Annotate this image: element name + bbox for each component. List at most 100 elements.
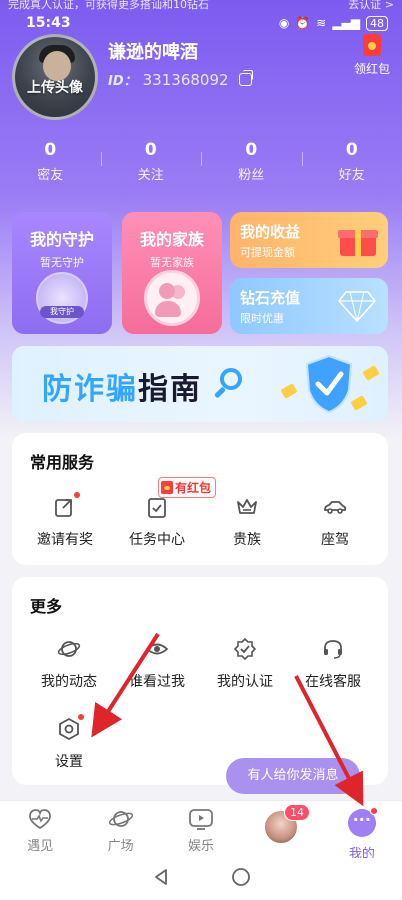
stat-value: 0: [44, 140, 57, 160]
family-card[interactable]: 我的家族 暂无家族: [122, 212, 222, 334]
tab-me[interactable]: ··· 我的: [322, 801, 402, 862]
stat-label: 密友: [37, 168, 64, 183]
more-label: 设置: [55, 754, 83, 770]
copy-icon[interactable]: [238, 70, 253, 86]
earnings-subtitle: 可提现金额: [240, 246, 295, 259]
status-bar: 15:43 ◉ ⏰ ≋ ▂▄▆ 48: [0, 12, 402, 34]
family-group-icon: [144, 270, 200, 326]
share-icon: [53, 492, 80, 519]
redpack-button[interactable]: 领红包: [354, 34, 390, 77]
stat-value: 0: [144, 140, 157, 160]
recharge-subtitle: 限时优惠: [240, 312, 284, 325]
stat-following[interactable]: 0 关注: [100, 140, 202, 183]
signal-icon: ▂▄▆: [332, 16, 360, 30]
service-invite[interactable]: 邀请有奖: [20, 492, 110, 549]
service-label: 贵族: [233, 532, 261, 548]
red-dot: [74, 492, 80, 498]
service-vehicle[interactable]: 座驾: [290, 495, 380, 549]
user-id-value: 331368092: [142, 70, 229, 89]
more-customer-service[interactable]: 在线客服: [288, 637, 378, 691]
coin-icon: [362, 365, 380, 381]
more-who-viewed-me[interactable]: 谁看过我: [112, 637, 202, 691]
headset-icon: [321, 637, 345, 661]
red-dot: [369, 807, 378, 815]
magnifier-icon: [220, 368, 242, 390]
eye-status-icon: ◉: [278, 16, 290, 30]
back-icon[interactable]: [151, 867, 171, 891]
gift-box-ribbon: [355, 230, 361, 256]
battery-icon: 48: [366, 15, 388, 31]
stat-fans[interactable]: 0 粉丝: [201, 140, 302, 183]
diamond-icon: [338, 290, 376, 323]
tab-meet[interactable]: 遇见: [0, 801, 80, 858]
more-settings[interactable]: 设置: [24, 714, 114, 771]
more-title: 更多: [30, 597, 63, 616]
bottom-tab-bar: 遇见 广场 娱乐 ··· 我的: [0, 800, 402, 862]
more-label: 谁看过我: [129, 674, 185, 690]
home-icon[interactable]: [231, 867, 251, 891]
services-title: 常用服务: [30, 453, 95, 472]
stat-friends[interactable]: 0 好友: [301, 140, 402, 183]
unread-badge: 14: [284, 804, 310, 821]
planet-icon: [108, 807, 134, 831]
service-nobility[interactable]: 贵族: [202, 495, 292, 549]
more-label: 在线客服: [305, 674, 361, 690]
more-panel: 更多 我的动态 谁看过我 我的认证 在线客服 设置: [12, 577, 388, 785]
red-dot: [78, 714, 84, 720]
more-my-verification[interactable]: 我的认证: [200, 637, 290, 691]
play-icon: [188, 807, 214, 831]
settings-icon: [57, 714, 84, 741]
user-id: ID： 331368092: [108, 70, 253, 89]
coin-icon: [280, 383, 298, 399]
redpack-label: 领红包: [353, 62, 390, 76]
stat-label: 粉丝: [238, 168, 265, 183]
user-id-label: ID：: [108, 74, 137, 89]
eye-icon: [145, 637, 169, 661]
tab-entertainment[interactable]: 娱乐: [161, 801, 241, 858]
earnings-title: 我的收益: [240, 223, 301, 241]
hongbao-tag-label: 有红包: [175, 481, 212, 495]
avatar-upload[interactable]: 上传头像: [12, 34, 98, 120]
recharge-card[interactable]: 钻石充值 限时优惠: [230, 278, 388, 334]
guard-shield-icon: 我守护: [36, 272, 88, 324]
crown-icon: [235, 495, 259, 519]
anti-fraud-banner[interactable]: 防诈骗指南: [12, 346, 388, 422]
more-label: 我的动态: [41, 674, 97, 690]
guard-badge-label: 我守护: [40, 306, 84, 318]
tab-square[interactable]: 广场: [80, 801, 160, 858]
shield-check-icon: [304, 354, 354, 414]
tab-label: 广场: [107, 839, 134, 854]
service-task-center[interactable]: 任务中心: [112, 495, 202, 549]
banner-title: 防诈骗指南: [42, 364, 202, 408]
verified-icon: [233, 637, 257, 661]
service-label: 座驾: [321, 532, 349, 548]
red-envelope-icon: [362, 34, 381, 56]
guard-card[interactable]: 我的守护 暂无守护 我守护: [12, 212, 112, 334]
username: 谦逊的啤酒: [108, 42, 198, 63]
stat-close-friends[interactable]: 0 密友: [0, 140, 101, 183]
banner-title-part1: 防诈骗: [42, 372, 138, 407]
task-icon: [145, 495, 169, 519]
me-icon: ···: [347, 807, 378, 837]
service-label: 任务中心: [129, 532, 185, 548]
family-person-1: [159, 283, 175, 299]
service-label: 邀请有奖: [37, 532, 93, 548]
family-body: [155, 301, 181, 317]
guard-title: 我的守护: [29, 230, 94, 249]
family-subtitle: 暂无家族: [150, 256, 194, 269]
more-my-moments[interactable]: 我的动态: [24, 637, 114, 691]
stats-row: 0 密友 0 关注 0 粉丝 0 好友: [0, 140, 402, 183]
new-message-toast[interactable]: 有人给你发消息: [226, 758, 360, 794]
red-envelope-icon: [161, 481, 173, 494]
common-services-panel: 常用服务 有红包 邀请有奖 任务中心 贵族 座驾: [12, 433, 388, 565]
more-label: 我的认证: [217, 674, 273, 690]
stat-label: 关注: [137, 168, 164, 183]
family-title: 我的家族: [139, 230, 204, 249]
planet-icon: [57, 637, 81, 661]
gift-box-icon: [338, 222, 378, 256]
guard-subtitle: 暂无守护: [40, 256, 84, 269]
earnings-card[interactable]: 我的收益 可提现金额: [230, 212, 388, 268]
avatar-upload-label: 上传头像: [27, 80, 83, 96]
alarm-icon: ⏰: [295, 16, 311, 30]
system-navigation-bar: [0, 858, 402, 900]
